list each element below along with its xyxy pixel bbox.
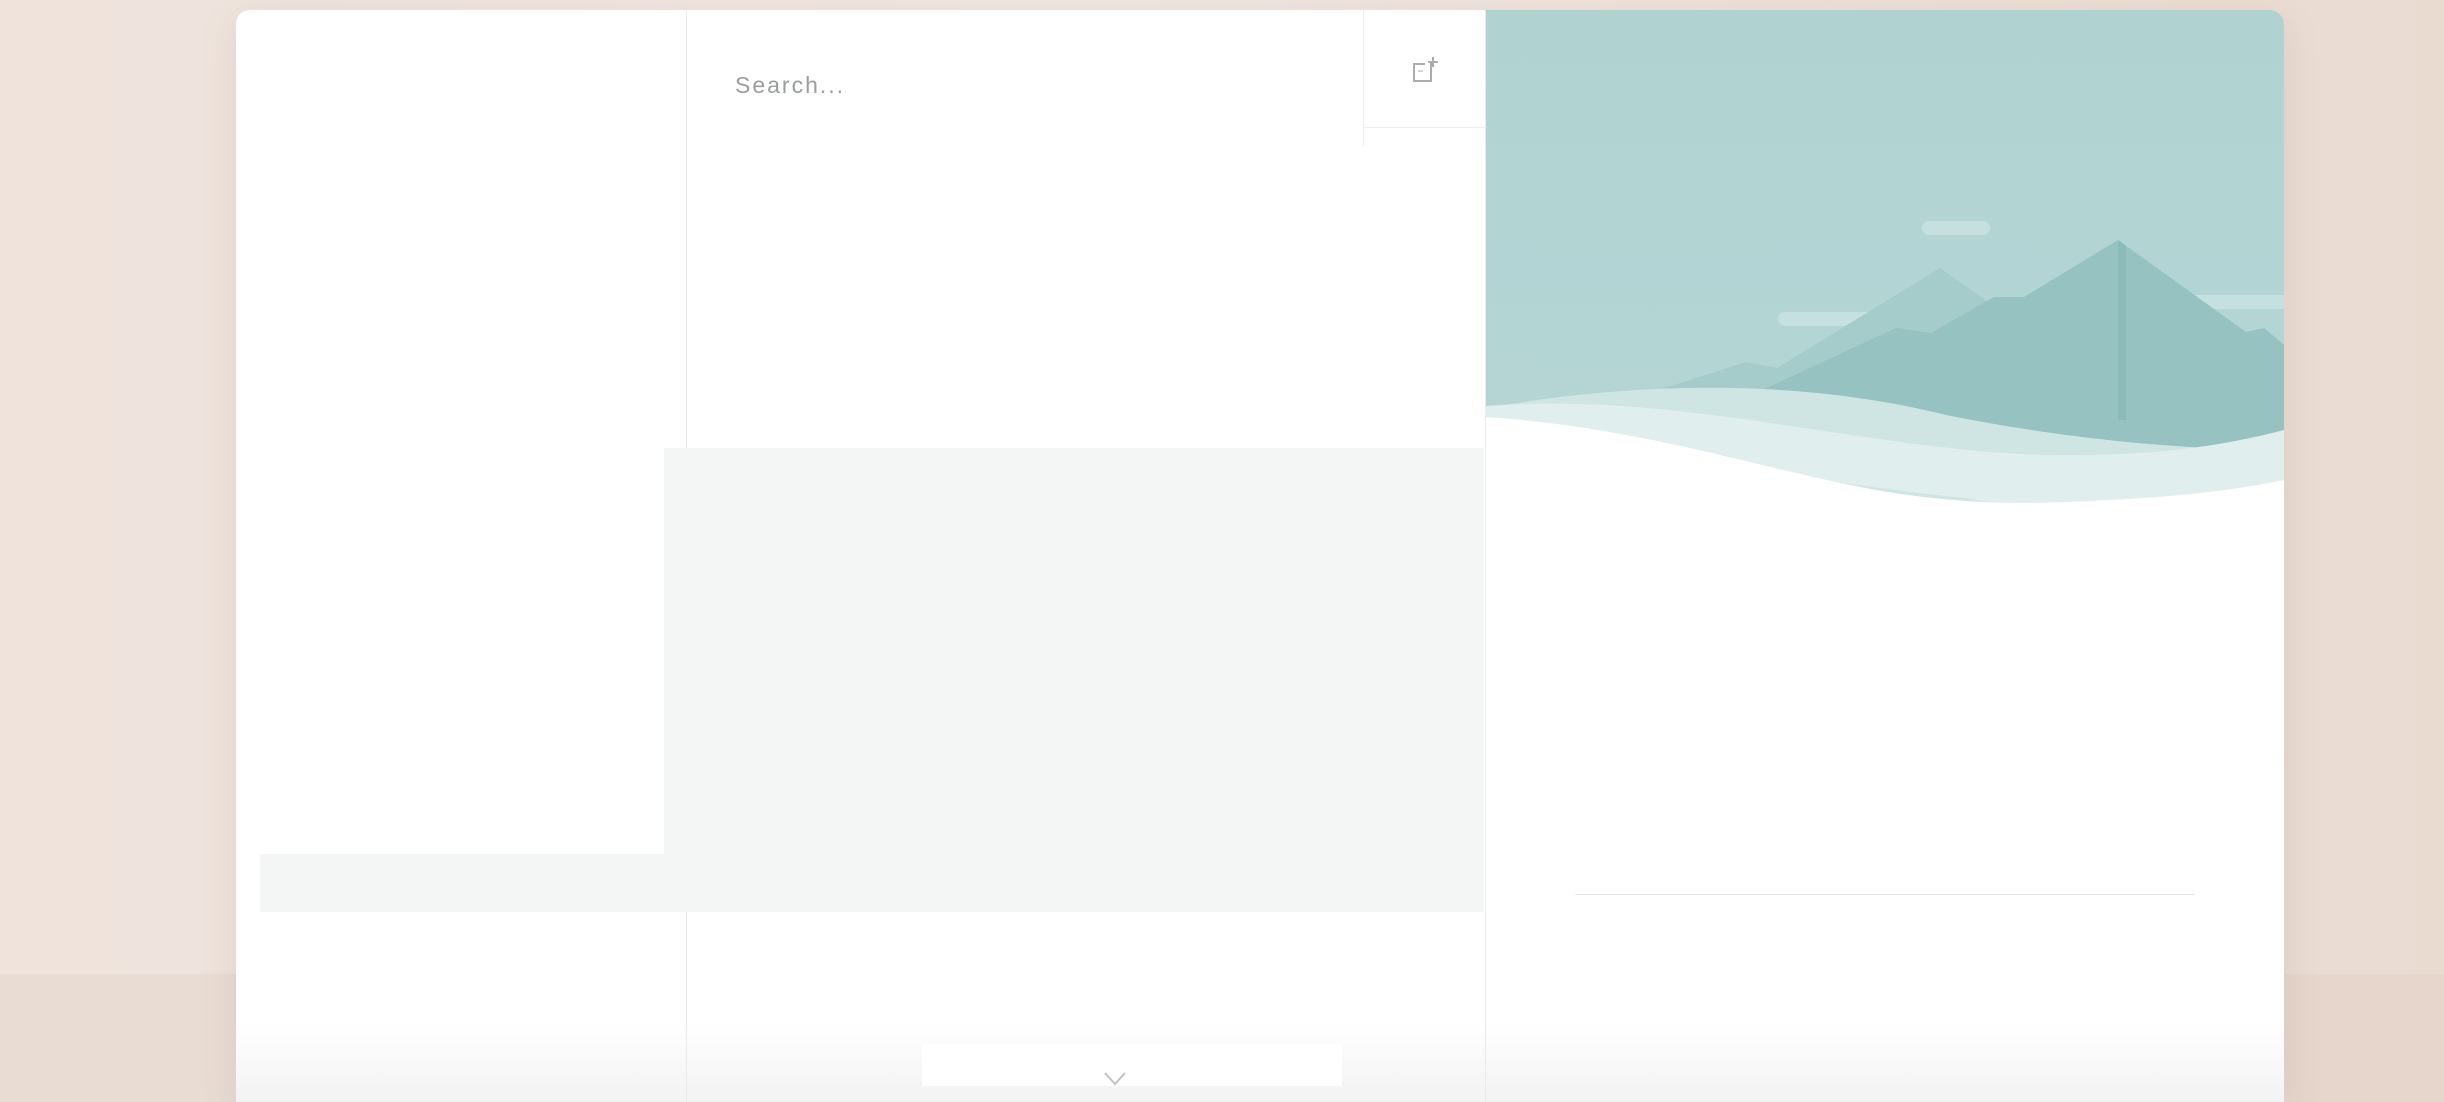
search-bar	[687, 10, 1364, 146]
mountain-landscape-illustration	[1486, 10, 2284, 530]
cloud-shape	[1922, 221, 1990, 235]
sidebar	[236, 10, 687, 1102]
selected-row-highlight-left	[260, 854, 664, 912]
mountain-ridge	[2118, 240, 2126, 420]
note-detail-pane	[1486, 10, 2284, 1102]
new-note-icon	[1413, 57, 1438, 82]
search-input[interactable]	[733, 66, 1297, 104]
new-note-button[interactable]	[1364, 10, 1485, 128]
load-more-bar[interactable]	[922, 1044, 1342, 1086]
chevron-down-icon[interactable]	[1102, 1070, 1128, 1088]
app-window	[236, 10, 2284, 1102]
detail-footer	[1538, 1010, 2238, 1068]
selected-note-highlight	[664, 448, 1484, 912]
divider	[1575, 894, 2195, 895]
